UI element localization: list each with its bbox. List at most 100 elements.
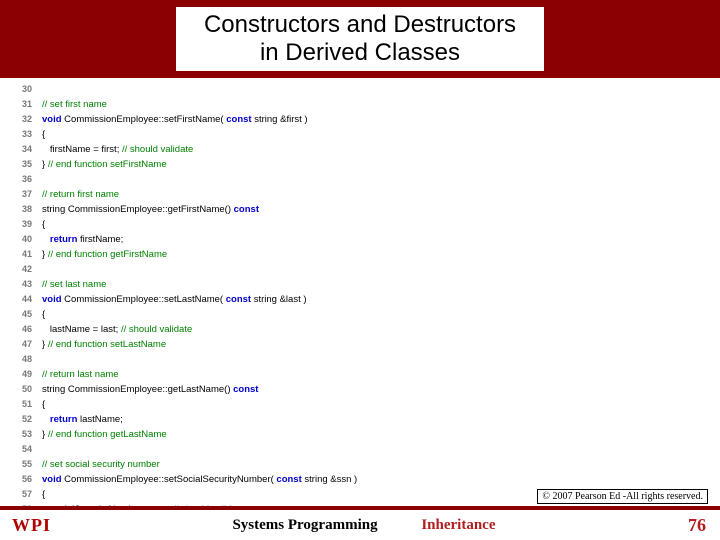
code-line: 33{ (8, 127, 712, 142)
title-line-2: in Derived Classes (204, 39, 516, 67)
code-line: 42 (8, 262, 712, 277)
line-number: 35 (8, 157, 32, 171)
code-line: 48 (8, 352, 712, 367)
code-token: { (42, 219, 45, 230)
code-token: CommissionEmployee::setSocialSecurityNum… (62, 474, 277, 485)
code-line: 46 lastName = last; // should validate (8, 322, 712, 337)
line-number: 47 (8, 337, 32, 351)
code-token: const (226, 294, 251, 305)
line-number: 32 (8, 112, 32, 126)
code-token: string &first ) (252, 114, 308, 125)
code-line: 38 string CommissionEmployee::getFirstNam… (8, 202, 712, 217)
line-number: 40 (8, 232, 32, 246)
footer-labels: Systems Programming Inheritance (72, 517, 656, 534)
code-line: 30 (8, 82, 712, 97)
line-number: 45 (8, 307, 32, 321)
footer: WPI Systems Programming Inheritance 76 (0, 510, 720, 540)
line-number: 50 (8, 382, 32, 396)
line-number: 33 (8, 127, 32, 141)
line-number: 54 (8, 442, 32, 456)
line-number: 42 (8, 262, 32, 276)
code-token: firstName = first; (42, 144, 122, 155)
code-token: const (276, 474, 301, 485)
code-token: void (42, 294, 62, 305)
code-token: string &last ) (251, 294, 306, 305)
code-token: // set first name (42, 99, 107, 110)
code-token: // end function setLastName (48, 339, 166, 350)
code-token: // set social security number (42, 459, 160, 470)
code-token: lastName = last; (42, 324, 121, 335)
line-number: 44 (8, 292, 32, 306)
code-line: 56 void CommissionEmployee::setSocialSecu… (8, 472, 712, 487)
code-line: 49 // return last name (8, 367, 712, 382)
code-token: return (50, 234, 77, 245)
code-token: // should validate (121, 324, 192, 335)
footer-left-label: Systems Programming (232, 517, 377, 533)
code-line: 44void CommissionEmployee::setLastName( … (8, 292, 712, 307)
code-line: 41} // end function getFirstName (8, 247, 712, 262)
code-line: 35} // end function setFirstName (8, 157, 712, 172)
code-line: 43 // set last name (8, 277, 712, 292)
line-number: 41 (8, 247, 32, 261)
code-token: string &ssn ) (302, 474, 357, 485)
line-number: 49 (8, 367, 32, 381)
page-number: 76 (656, 515, 706, 536)
code-token: const (226, 114, 251, 125)
code-token: const (233, 384, 258, 395)
code-line: 37// return first name (8, 187, 712, 202)
line-number: 55 (8, 457, 32, 471)
code-token: firstName; (77, 234, 123, 245)
code-line: 50 string CommissionEmployee::getLastName… (8, 382, 712, 397)
code-token: // return first name (42, 189, 119, 200)
code-token: void (42, 474, 62, 485)
code-token: return (50, 414, 77, 425)
code-line: 47} // end function setLastName (8, 337, 712, 352)
line-number: 48 (8, 352, 32, 366)
line-number: 38 (8, 202, 32, 216)
line-number: 34 (8, 142, 32, 156)
code-line: 52 return lastName; (8, 412, 712, 427)
code-line: 54 (8, 442, 712, 457)
line-number: 53 (8, 427, 32, 441)
footer-right-label: Inheritance (421, 517, 495, 533)
line-number: 39 (8, 217, 32, 231)
code-token: CommissionEmployee::setFirstName( (62, 114, 227, 125)
line-number: 52 (8, 412, 32, 426)
line-number: 51 (8, 397, 32, 411)
code-token: const (234, 204, 259, 215)
line-number: 57 (8, 487, 32, 501)
code-token: { (42, 399, 45, 410)
code-line: 34 firstName = first; // should validate (8, 142, 712, 157)
copyright-notice: © 2007 Pearson Ed -All rights reserved. (537, 489, 708, 504)
code-token: { (42, 489, 45, 500)
line-number: 56 (8, 472, 32, 486)
code-token: // end function getLastName (48, 429, 167, 440)
code-token: string CommissionEmployee::getLastName() (42, 384, 233, 395)
code-token: CommissionEmployee::setLastName( (62, 294, 226, 305)
code-token: // end function setFirstName (48, 159, 167, 170)
code-line: 45{ (8, 307, 712, 322)
code-line: 40 return firstName; (8, 232, 712, 247)
title-line-1: Constructors and Destructors (204, 11, 516, 39)
code-token (42, 414, 50, 425)
code-token: // should validate (122, 144, 193, 155)
line-number: 43 (8, 277, 32, 291)
code-token: // return last name (42, 369, 119, 380)
code-line: 32 void CommissionEmployee::setFirstName(… (8, 112, 712, 127)
code-line: 39 { (8, 217, 712, 232)
code-line: 31 // set first name (8, 97, 712, 112)
line-number: 46 (8, 322, 32, 336)
line-number: 31 (8, 97, 32, 111)
code-token: lastName; (77, 414, 122, 425)
title-box: Constructors and Destructors in Derived … (176, 7, 544, 70)
line-number: 36 (8, 172, 32, 186)
code-token: // end function getFirstName (48, 249, 167, 260)
code-line: 51 { (8, 397, 712, 412)
code-token: // set last name (42, 279, 106, 290)
code-token (42, 234, 50, 245)
code-token: void (42, 114, 62, 125)
code-line: 55 // set social security number (8, 457, 712, 472)
code-line: 53} // end function getLastName (8, 427, 712, 442)
code-token: string CommissionEmployee::getFirstName(… (42, 204, 234, 215)
code-listing: 3031 // set first name 32 void CommissionEm… (0, 78, 720, 532)
